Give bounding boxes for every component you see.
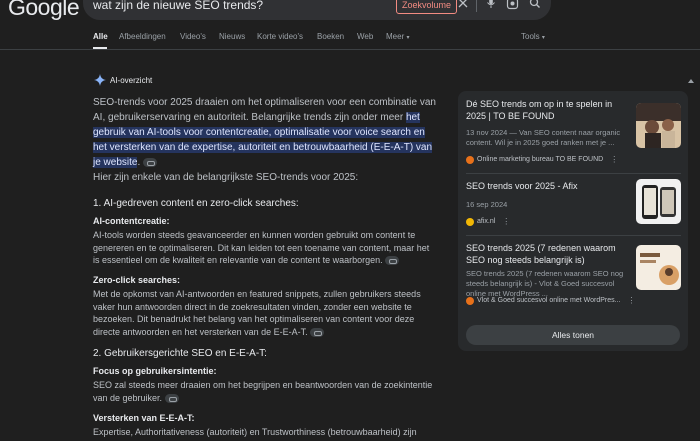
- subheading-user-intent: Focus op gebruikersintentie:: [93, 366, 217, 376]
- paragraph-user-intent: SEO zal steeds meer draaien om het begri…: [93, 379, 438, 404]
- google-logo[interactable]: Google: [8, 0, 80, 21]
- source-site-name: Vlot & Goed succesvol online met WordPre…: [477, 297, 621, 304]
- site-favicon-icon: [466, 296, 474, 305]
- chevron-down-icon: ▾: [541, 35, 545, 41]
- more-options-icon[interactable]: ⋮: [610, 155, 618, 164]
- paragraph-ai-content: AI-tools worden steeds geavanceerder en …: [93, 229, 438, 267]
- source-card[interactable]: Dé SEO trends om op in te spelen in 2025…: [466, 99, 681, 169]
- intro-paragraph: SEO-trends voor 2025 draaien om het opti…: [93, 95, 438, 170]
- subheading-zero-click: Zero-click searches:: [93, 275, 181, 285]
- source-site: Vlot & Goed succesvol online met WordPre…: [466, 296, 635, 305]
- show-all-button[interactable]: Alles tonen: [466, 325, 680, 345]
- tools-label: Tools: [521, 32, 540, 41]
- intro-secondary: Hier zijn enkele van de belangrijkste SE…: [93, 172, 359, 183]
- link-icon[interactable]: [164, 393, 179, 403]
- source-site-name: afix.nl: [477, 218, 496, 225]
- link-icon[interactable]: [143, 157, 158, 167]
- chevron-down-icon: ▾: [406, 35, 410, 41]
- source-title[interactable]: Dé SEO trends om op in te spelen in 2025…: [466, 99, 634, 122]
- tab-korte-videos[interactable]: Korte video's: [257, 32, 303, 41]
- paragraph-ai-content-text: AI-tools worden steeds geavanceerder en …: [93, 230, 430, 265]
- source-snippet: 16 sep 2024: [466, 200, 508, 209]
- more-options-icon[interactable]: ⋮: [627, 296, 635, 305]
- search-tabs: Alle Afbeeldingen Video's Nieuws Korte v…: [0, 28, 700, 48]
- tab-web[interactable]: Web: [357, 32, 373, 41]
- tab-videos[interactable]: Video's: [180, 32, 206, 41]
- paragraph-eeat: Expertise, Authoritativeness (autoriteit…: [93, 427, 417, 437]
- close-icon[interactable]: [455, 0, 471, 13]
- section-heading-1: 1. AI-gedreven content en zero-click sea…: [93, 198, 299, 209]
- source-site-name: Online marketing bureau TO BE FOUND: [477, 156, 604, 163]
- source-divider: [466, 235, 681, 236]
- ai-overview-label: AI-overzicht: [110, 76, 153, 85]
- search-icon[interactable]: [527, 0, 543, 13]
- search-input[interactable]: wat zijn de nieuwe SEO trends?: [93, 0, 263, 12]
- paragraph-user-intent-text: SEO zal steeds meer draaien om het begri…: [93, 380, 433, 403]
- mic-icon[interactable]: [483, 0, 499, 13]
- zoekvolume-button[interactable]: Zoekvolume: [396, 0, 458, 14]
- link-icon[interactable]: [310, 327, 325, 337]
- tab-meer[interactable]: Meer ▾: [386, 32, 409, 41]
- source-card[interactable]: SEO trends voor 2025 - Afix 16 sep 2024 …: [466, 179, 681, 231]
- link-icon[interactable]: [385, 256, 400, 266]
- intro-end: .: [137, 157, 141, 168]
- paragraph-zero-click-text: Met de opkomst van AI-antwoorden en feat…: [93, 289, 421, 337]
- tab-meer-label: Meer: [386, 32, 405, 41]
- site-favicon-icon: [466, 217, 474, 226]
- source-snippet: 13 nov 2024 — Van SEO content naar organ…: [466, 128, 621, 147]
- lens-icon[interactable]: [504, 0, 520, 13]
- header-divider: [0, 49, 700, 50]
- source-thumbnail[interactable]: [636, 179, 681, 224]
- ai-overview-content: SEO-trends voor 2025 draaien om het opti…: [93, 95, 438, 437]
- source-snippet: SEO trends 2025 (7 redenen waarom SEO no…: [466, 269, 624, 298]
- section-heading-2: 2. Gebruikersgerichte SEO en E-E-A-T:: [93, 348, 267, 359]
- tab-alle[interactable]: Alle: [93, 32, 108, 41]
- search-divider: [476, 0, 477, 12]
- tab-afbeeldingen[interactable]: Afbeeldingen: [119, 32, 166, 41]
- tab-nieuws[interactable]: Nieuws: [219, 32, 245, 41]
- search-bar[interactable]: wat zijn de nieuwe SEO trends? Zoekvolum…: [83, 0, 551, 20]
- header: Google wat zijn de nieuwe SEO trends? Zo…: [0, 0, 700, 60]
- site-favicon-icon: [466, 155, 474, 164]
- source-site: Online marketing bureau TO BE FOUND ⋮: [466, 155, 618, 164]
- subheading-eeat: Versterken van E-E-A-T:: [93, 413, 195, 423]
- gemini-sparkle-icon: [94, 74, 106, 86]
- more-options-icon[interactable]: ⋮: [502, 217, 510, 226]
- source-title[interactable]: SEO trends 2025 (7 redenen waarom SEO no…: [466, 243, 634, 266]
- source-divider: [466, 173, 681, 174]
- subheading-ai-content: AI-contentcreatie:: [93, 216, 170, 226]
- source-title[interactable]: SEO trends voor 2025 - Afix: [466, 181, 634, 193]
- tools-button[interactable]: Tools ▾: [521, 32, 545, 41]
- sources-panel: Dé SEO trends om op in te spelen in 2025…: [458, 91, 688, 351]
- scrollbar[interactable]: [685, 60, 697, 441]
- intro-text: SEO-trends voor 2025 draaien om het opti…: [93, 97, 436, 123]
- paragraph-zero-click: Met de opkomst van AI-antwoorden en feat…: [93, 288, 438, 338]
- source-card[interactable]: SEO trends 2025 (7 redenen waarom SEO no…: [466, 243, 681, 313]
- source-thumbnail[interactable]: [636, 245, 681, 290]
- source-site: afix.nl ⋮: [466, 217, 510, 226]
- source-thumbnail[interactable]: [636, 103, 681, 148]
- tab-boeken[interactable]: Boeken: [317, 32, 344, 41]
